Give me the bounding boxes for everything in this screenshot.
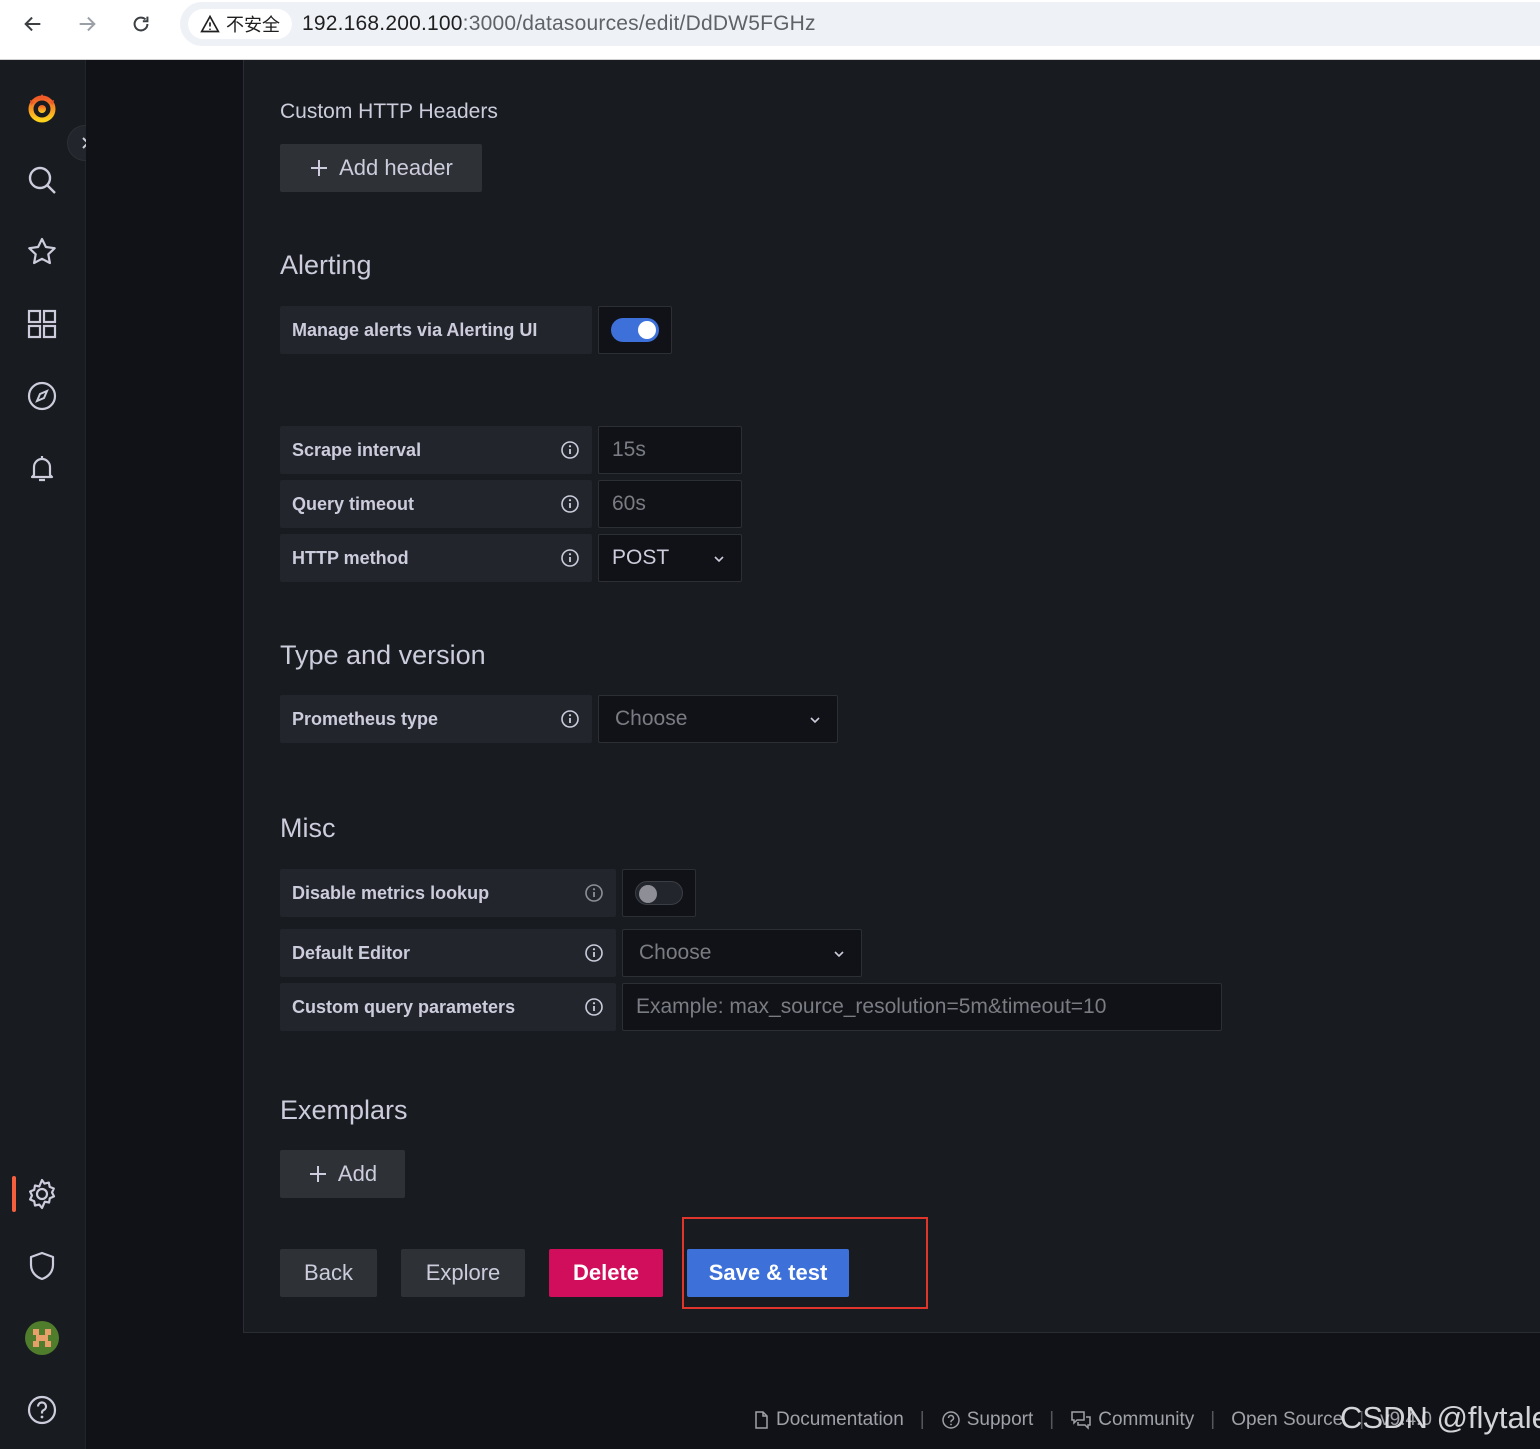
add-header-button[interactable]: Add header bbox=[280, 144, 482, 192]
footer-separator: | bbox=[1210, 1409, 1216, 1430]
info-icon[interactable] bbox=[560, 709, 580, 729]
active-indicator bbox=[12, 1176, 16, 1212]
footer-links: Documentation | Support | Community | Op… bbox=[752, 1404, 1432, 1436]
url-path: :3000/datasources/edit/DdDW5FGHz bbox=[462, 12, 816, 35]
chevron-down-icon bbox=[714, 556, 724, 563]
custom-params-label-box: Custom query parameters bbox=[280, 983, 616, 1031]
misc-title: Misc bbox=[280, 813, 336, 843]
user-avatar[interactable] bbox=[22, 1318, 62, 1358]
manage-alerts-toggle[interactable] bbox=[611, 318, 659, 342]
info-icon[interactable] bbox=[560, 440, 580, 460]
query-timeout-label-box: Query timeout bbox=[280, 480, 592, 528]
security-label: 不安全 bbox=[226, 15, 280, 35]
default-editor-label: Default Editor bbox=[292, 942, 411, 963]
plus-icon bbox=[309, 1166, 326, 1182]
info-icon[interactable] bbox=[584, 883, 604, 903]
footer-community-label: Community bbox=[1098, 1409, 1195, 1430]
explore-compass-icon[interactable] bbox=[22, 376, 62, 416]
scrape-interval-label-box: Scrape interval bbox=[280, 426, 592, 474]
dashboards-icon[interactable] bbox=[22, 304, 62, 344]
prometheus-type-label-box: Prometheus type bbox=[280, 695, 592, 743]
http-method-select[interactable]: POST bbox=[598, 534, 742, 582]
footer-support-label: Support bbox=[966, 1409, 1034, 1430]
grafana-logo-icon[interactable] bbox=[22, 88, 62, 128]
url-host: 192.168.200.100 bbox=[302, 12, 463, 35]
add-exemplar-label: Add bbox=[337, 1161, 378, 1186]
default-editor-label-box: Default Editor bbox=[280, 929, 616, 977]
side-menu bbox=[0, 60, 103, 1449]
footer-support[interactable]: Support bbox=[941, 1409, 1034, 1431]
manage-alerts-toggle-field[interactable] bbox=[598, 306, 672, 354]
delete-button[interactable]: Delete bbox=[549, 1249, 663, 1297]
add-exemplar-button[interactable]: Add bbox=[280, 1150, 405, 1198]
security-chip[interactable]: 不安全 bbox=[188, 9, 292, 39]
comments-icon bbox=[1071, 1411, 1091, 1430]
custom-headers-title: Custom HTTP Headers bbox=[280, 100, 498, 123]
watermark-text: CSDN @flytalei bbox=[1340, 1400, 1540, 1435]
footer-separator: | bbox=[1049, 1409, 1055, 1430]
default-editor-select[interactable]: Choose bbox=[622, 929, 862, 977]
back-arrow-icon[interactable] bbox=[17, 8, 49, 40]
footer-community[interactable]: Community bbox=[1070, 1409, 1194, 1431]
server-admin-shield-icon[interactable] bbox=[22, 1246, 62, 1286]
address-bar[interactable]: 不安全 192.168.200.100:3000/datasources/edi… bbox=[180, 2, 1540, 46]
info-icon[interactable] bbox=[584, 943, 604, 963]
type-version-title: Type and version bbox=[280, 640, 486, 670]
http-method-label-box: HTTP method bbox=[280, 534, 592, 582]
url-text[interactable]: 192.168.200.100:3000/datasources/edit/Dd… bbox=[302, 12, 816, 36]
help-icon[interactable] bbox=[22, 1390, 62, 1430]
info-icon[interactable] bbox=[560, 494, 580, 514]
prometheus-type-label: Prometheus type bbox=[292, 708, 439, 729]
plus-icon bbox=[311, 160, 328, 176]
disable-lookup-toggle-field[interactable] bbox=[622, 869, 696, 917]
footer-open-source-label: Open Source bbox=[1231, 1409, 1344, 1430]
query-timeout-label: Query timeout bbox=[292, 493, 415, 514]
toggle-knob bbox=[639, 885, 657, 903]
forward-arrow-icon[interactable] bbox=[71, 8, 103, 40]
scrape-interval-input[interactable]: 15s bbox=[598, 426, 742, 474]
configuration-gear-icon[interactable] bbox=[22, 1174, 62, 1214]
http-method-label: HTTP method bbox=[292, 547, 409, 568]
document-icon bbox=[755, 1411, 768, 1429]
reload-icon[interactable] bbox=[125, 8, 157, 40]
info-icon[interactable] bbox=[560, 548, 580, 568]
datasource-settings-panel: Custom HTTP Headers Add header Alerting … bbox=[243, 60, 1540, 1333]
prometheus-type-select[interactable]: Choose bbox=[598, 695, 838, 743]
disable-lookup-toggle[interactable] bbox=[635, 881, 683, 905]
alerting-bell-icon[interactable] bbox=[22, 448, 62, 488]
query-timeout-input[interactable]: 60s bbox=[598, 480, 742, 528]
annotation-highlight-box bbox=[682, 1217, 928, 1309]
search-icon[interactable] bbox=[22, 160, 62, 200]
question-circle-icon bbox=[941, 1411, 960, 1429]
custom-params-label: Custom query parameters bbox=[292, 996, 516, 1017]
chevron-down-icon bbox=[834, 951, 844, 958]
add-header-label: Add header bbox=[339, 155, 453, 180]
browser-divider bbox=[0, 48, 1540, 60]
exemplars-title: Exemplars bbox=[280, 1095, 408, 1125]
alerting-title: Alerting bbox=[280, 250, 372, 280]
warning-triangle-icon bbox=[200, 14, 220, 33]
chevron-down-icon bbox=[810, 717, 820, 724]
browser-toolbar: 不安全 192.168.200.100:3000/datasources/edi… bbox=[0, 0, 1540, 48]
custom-params-input[interactable]: Example: max_source_resolution=5m&timeou… bbox=[622, 983, 1222, 1031]
toggle-knob bbox=[638, 321, 656, 339]
explore-button[interactable]: Explore bbox=[401, 1249, 525, 1297]
footer-documentation-label: Documentation bbox=[776, 1409, 904, 1430]
disable-lookup-label: Disable metrics lookup bbox=[292, 882, 490, 903]
star-icon[interactable] bbox=[22, 232, 62, 272]
scrape-interval-label: Scrape interval bbox=[292, 439, 422, 460]
footer-separator: | bbox=[919, 1409, 925, 1430]
footer-open-source[interactable]: Open Source bbox=[1231, 1409, 1343, 1431]
manage-alerts-label: Manage alerts via Alerting UI bbox=[280, 306, 592, 354]
prometheus-type-placeholder: Choose bbox=[615, 707, 688, 730]
disable-lookup-label-box: Disable metrics lookup bbox=[280, 869, 616, 917]
http-method-value: POST bbox=[612, 546, 670, 569]
info-icon[interactable] bbox=[584, 997, 604, 1017]
page-background bbox=[86, 60, 244, 1449]
back-button[interactable]: Back bbox=[280, 1249, 377, 1297]
footer-documentation[interactable]: Documentation bbox=[752, 1409, 904, 1431]
default-editor-placeholder: Choose bbox=[639, 941, 712, 964]
